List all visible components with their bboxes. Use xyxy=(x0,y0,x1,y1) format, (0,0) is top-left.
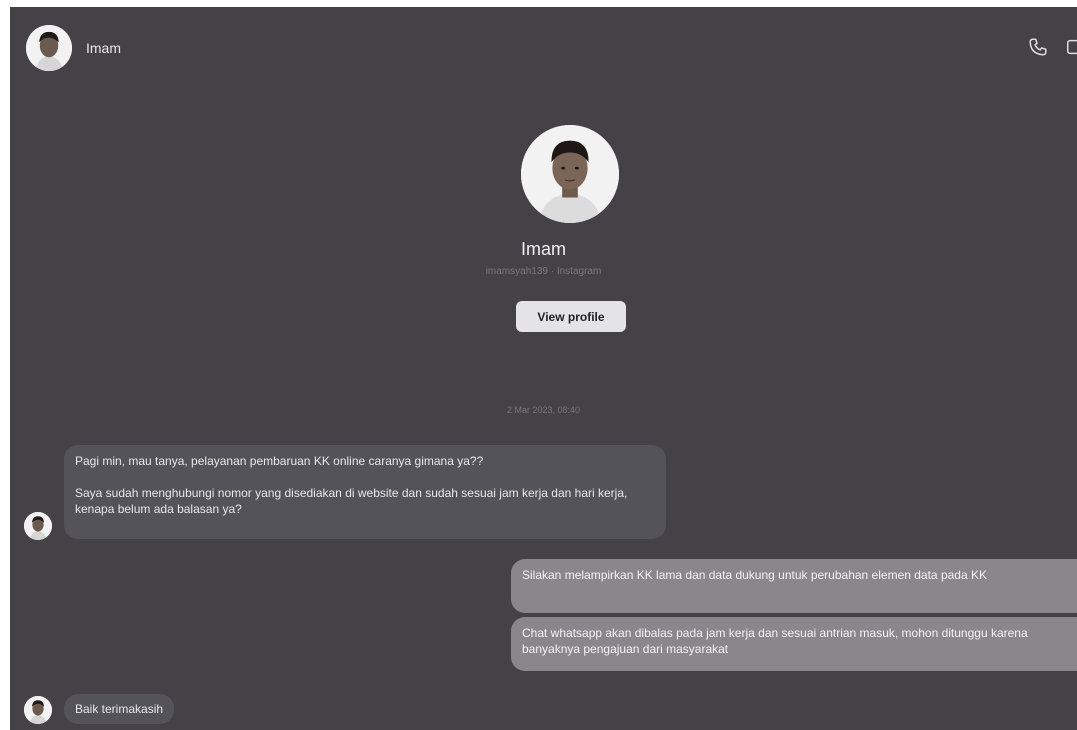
header-avatar[interactable] xyxy=(26,25,72,71)
message-text: Baik terimakasih xyxy=(75,702,164,716)
message-text: Pagi min, mau tanya, pelayanan pembaruan… xyxy=(75,454,484,468)
outgoing-message-bubble[interactable]: Silakan melampirkan KK lama dan data duk… xyxy=(511,559,1077,613)
sender-avatar[interactable] xyxy=(24,512,52,540)
profile-avatar[interactable] xyxy=(521,125,619,223)
outgoing-message-bubble[interactable]: Chat whatsapp akan dibalas pada jam kerj… xyxy=(511,617,1077,671)
person-avatar-icon xyxy=(24,696,52,724)
profile-handle: imamsyah139 · Instagram xyxy=(485,266,602,277)
person-avatar-icon xyxy=(26,25,72,71)
contact-name[interactable]: Imam xyxy=(86,40,121,56)
view-profile-button[interactable]: View profile xyxy=(516,301,626,332)
incoming-message-bubble[interactable]: Baik terimakasih xyxy=(64,694,175,724)
profile-name: Imam xyxy=(521,239,566,259)
chat-window: Imam Imam imamsyah139 · Instagram View p… xyxy=(10,7,1077,730)
message-timestamp: 2 Mar 2023, 08:40 xyxy=(506,405,581,415)
phone-icon[interactable] xyxy=(1027,36,1049,58)
video-call-icon[interactable] xyxy=(1065,36,1077,58)
sender-avatar[interactable] xyxy=(24,696,52,724)
person-photo-icon xyxy=(521,125,619,223)
message-text: Chat whatsapp akan dibalas pada jam kerj… xyxy=(522,626,1028,656)
incoming-message-bubble[interactable]: Pagi min, mau tanya, pelayanan pembaruan… xyxy=(64,445,666,539)
person-avatar-icon xyxy=(24,512,52,540)
message-text: Saya sudah menghubungi nomor yang disedi… xyxy=(75,486,628,516)
chat-header: Imam xyxy=(10,7,1077,85)
message-text: Silakan melampirkan KK lama dan data duk… xyxy=(522,568,987,582)
